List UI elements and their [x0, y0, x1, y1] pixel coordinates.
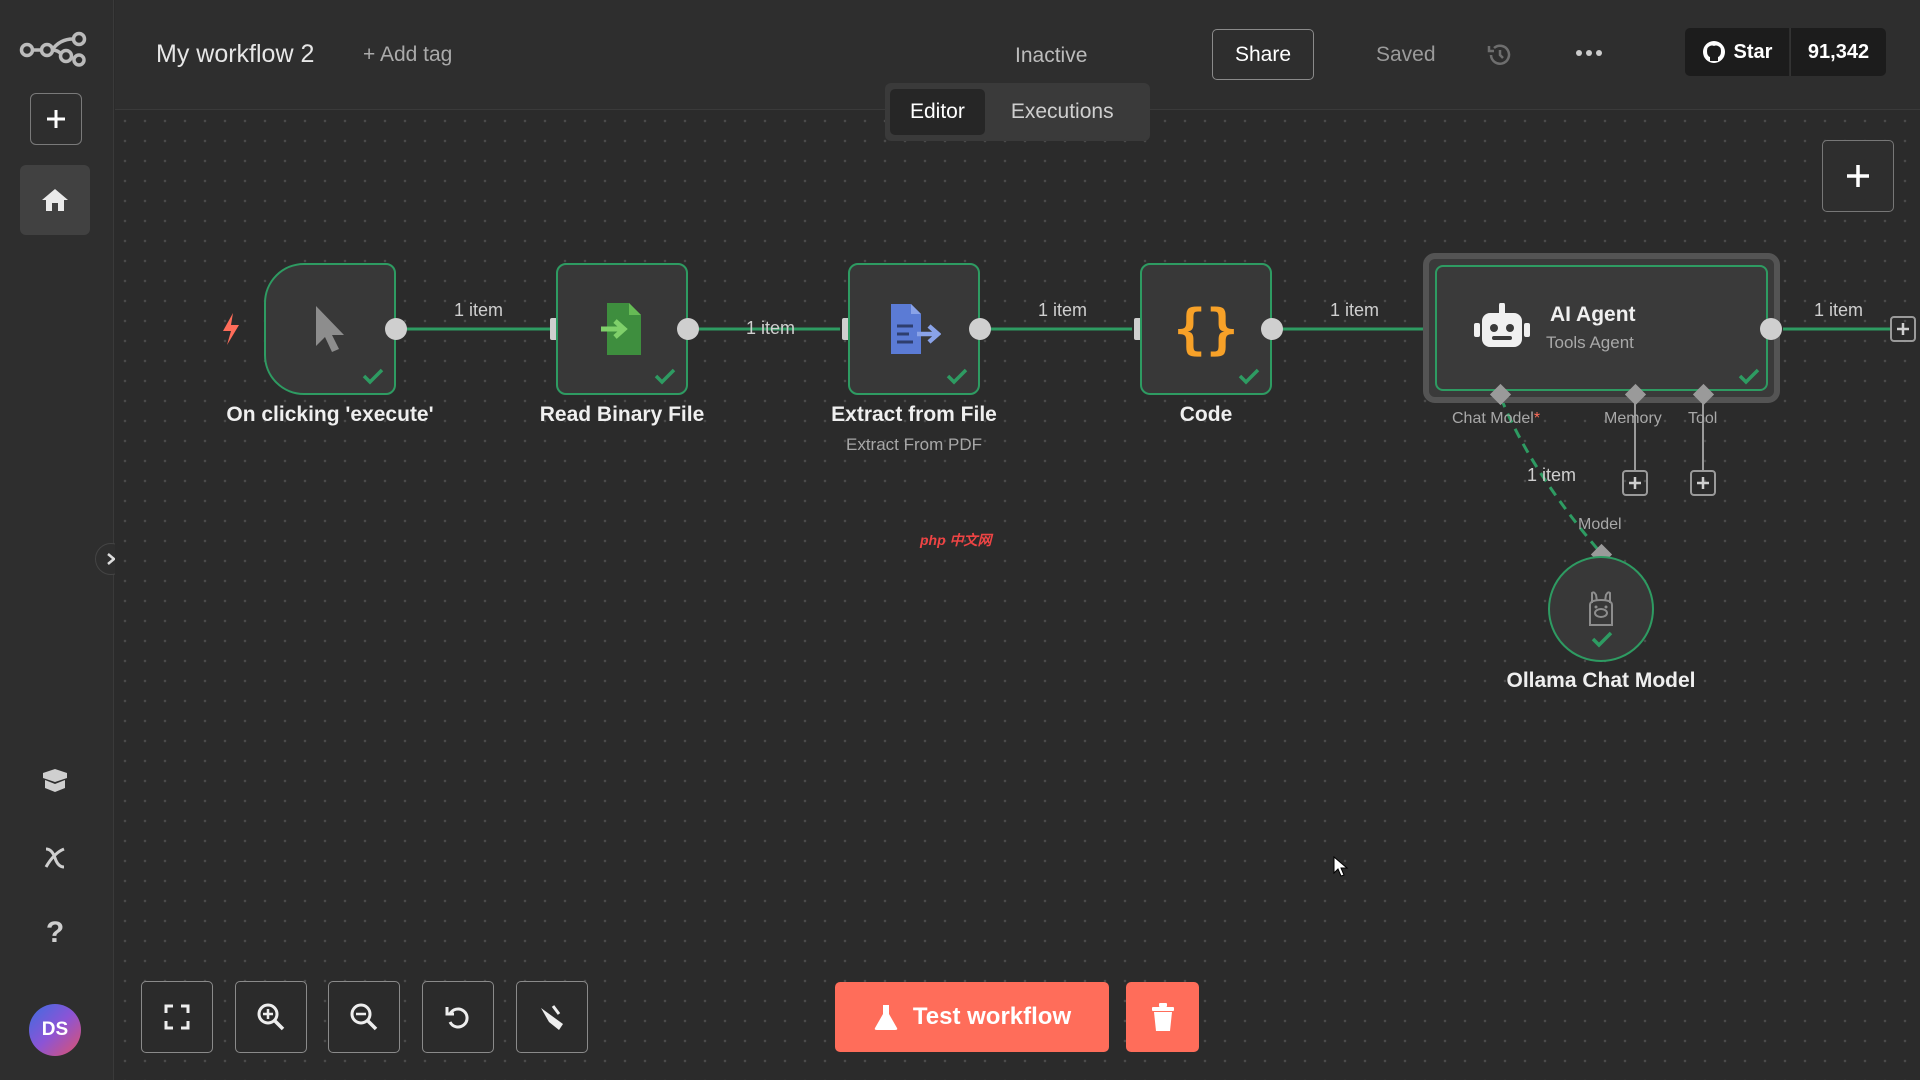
test-workflow-label: Test workflow [912, 1003, 1072, 1030]
user-avatar[interactable]: DS [29, 1004, 81, 1056]
trigger-bolt-icon [223, 313, 239, 345]
edge-item-count: 1 item [1330, 300, 1380, 320]
reset-zoom-button[interactable] [422, 981, 494, 1053]
edge-item-count: 1 item [1038, 300, 1088, 320]
more-options-icon[interactable] [1575, 38, 1603, 73]
saved-status: Saved [1376, 43, 1436, 66]
add-tool-button[interactable] [1690, 470, 1716, 496]
node-ollama-chat-model[interactable] [1548, 556, 1654, 662]
node-code[interactable]: {} [1140, 263, 1272, 395]
tab-editor[interactable]: Editor [890, 89, 985, 135]
node-label: Read Binary File [539, 403, 705, 426]
sidebar-item-templates[interactable] [35, 760, 75, 800]
delete-button[interactable] [1126, 982, 1199, 1052]
fullscreen-icon [164, 1004, 190, 1030]
view-tabs: Editor Executions [885, 83, 1150, 141]
share-button[interactable]: Share [1212, 29, 1314, 80]
node-label: Code [1179, 403, 1233, 426]
plus-icon [1629, 477, 1641, 489]
watermark: php 中文网 [920, 532, 992, 548]
output-handle[interactable] [385, 318, 407, 340]
memory-input-label: Memory [1604, 410, 1662, 427]
plus-icon [1897, 323, 1909, 335]
add-next-node-button[interactable] [1890, 316, 1916, 342]
zoom-to-fit-button[interactable] [141, 981, 213, 1053]
github-star-button[interactable]: Star [1685, 28, 1789, 76]
node-extract-from-file[interactable] [848, 263, 980, 395]
mouse-cursor-icon [1333, 855, 1349, 883]
active-status-label: Inactive [1015, 44, 1088, 67]
github-icon [1702, 41, 1725, 63]
node-label: Extract from File [831, 403, 997, 426]
flask-icon [874, 1005, 898, 1030]
output-handle[interactable] [969, 318, 991, 340]
agent-title: AI Agent [1550, 303, 1636, 326]
sidebar-item-help[interactable]: ? [35, 913, 75, 953]
add-node-button[interactable] [1822, 140, 1894, 212]
sidebar: ? DS [0, 0, 114, 1080]
add-memory-button[interactable] [1622, 470, 1648, 496]
plus-icon [1847, 165, 1869, 187]
edge-item-count: 1 item [1527, 465, 1577, 485]
templates-box-icon [43, 769, 67, 792]
github-star-label: Star [1733, 40, 1773, 63]
pointer-cursor-icon [316, 306, 344, 352]
test-workflow-button[interactable]: Test workflow [835, 982, 1109, 1052]
success-check-icon [1238, 368, 1260, 385]
undo-rotate-icon [445, 1007, 469, 1029]
success-check-icon [654, 368, 676, 385]
file-extract-icon [891, 304, 941, 354]
code-braces-icon: {} [1173, 297, 1239, 361]
robot-icon [1474, 303, 1530, 347]
node-sublabel: Extract From PDF [845, 435, 982, 454]
file-import-icon [601, 303, 641, 355]
trash-icon [1151, 1003, 1174, 1031]
node-read-binary-file[interactable] [556, 263, 688, 395]
n8n-logo-icon[interactable] [18, 28, 90, 73]
broom-icon [541, 1005, 563, 1030]
tab-executions[interactable]: Executions [991, 89, 1134, 135]
edge-item-count: 1 item [454, 300, 504, 320]
zoom-out-icon [350, 1003, 378, 1031]
edge-item-count: 1 item [746, 318, 796, 338]
output-handle[interactable] [677, 318, 699, 340]
zoom-in-icon [257, 1003, 285, 1031]
sidebar-item-variables[interactable] [35, 838, 75, 878]
success-check-icon [946, 368, 968, 385]
success-check-icon [1591, 631, 1613, 648]
model-output-label: Model [1578, 516, 1622, 533]
add-tag-link[interactable]: + Add tag [363, 43, 452, 67]
node-ai-agent[interactable]: AI Agent Tools Agent [1423, 253, 1780, 403]
variables-icon [44, 847, 65, 869]
ollama-llama-icon [1589, 591, 1613, 626]
zoom-in-button[interactable] [235, 981, 307, 1053]
zoom-out-button[interactable] [328, 981, 400, 1053]
plus-icon [1697, 477, 1709, 489]
create-new-button[interactable] [30, 93, 82, 145]
output-handle[interactable] [1261, 318, 1283, 340]
agent-subtitle: Tools Agent [1546, 333, 1634, 352]
sidebar-item-home[interactable] [20, 165, 90, 235]
home-icon [42, 189, 68, 211]
tidy-up-button[interactable] [516, 981, 588, 1053]
success-check-icon [362, 368, 384, 385]
github-star-count[interactable]: 91,342 [1790, 28, 1886, 76]
success-check-icon [1738, 368, 1760, 385]
help-icon: ? [45, 916, 65, 949]
workflow-title[interactable]: My workflow 2 [156, 40, 314, 69]
node-label: Ollama Chat Model [1506, 669, 1696, 692]
edge-item-count: 1 item [1814, 300, 1864, 320]
node-manual-trigger[interactable] [264, 263, 396, 395]
tool-input-label: Tool [1688, 410, 1718, 427]
output-handle[interactable] [1760, 318, 1782, 340]
chat-model-input-label: Chat Model* [1452, 410, 1541, 427]
node-label: On clicking 'execute' [226, 403, 434, 426]
plus-icon [47, 110, 65, 128]
history-icon[interactable] [1485, 40, 1515, 75]
